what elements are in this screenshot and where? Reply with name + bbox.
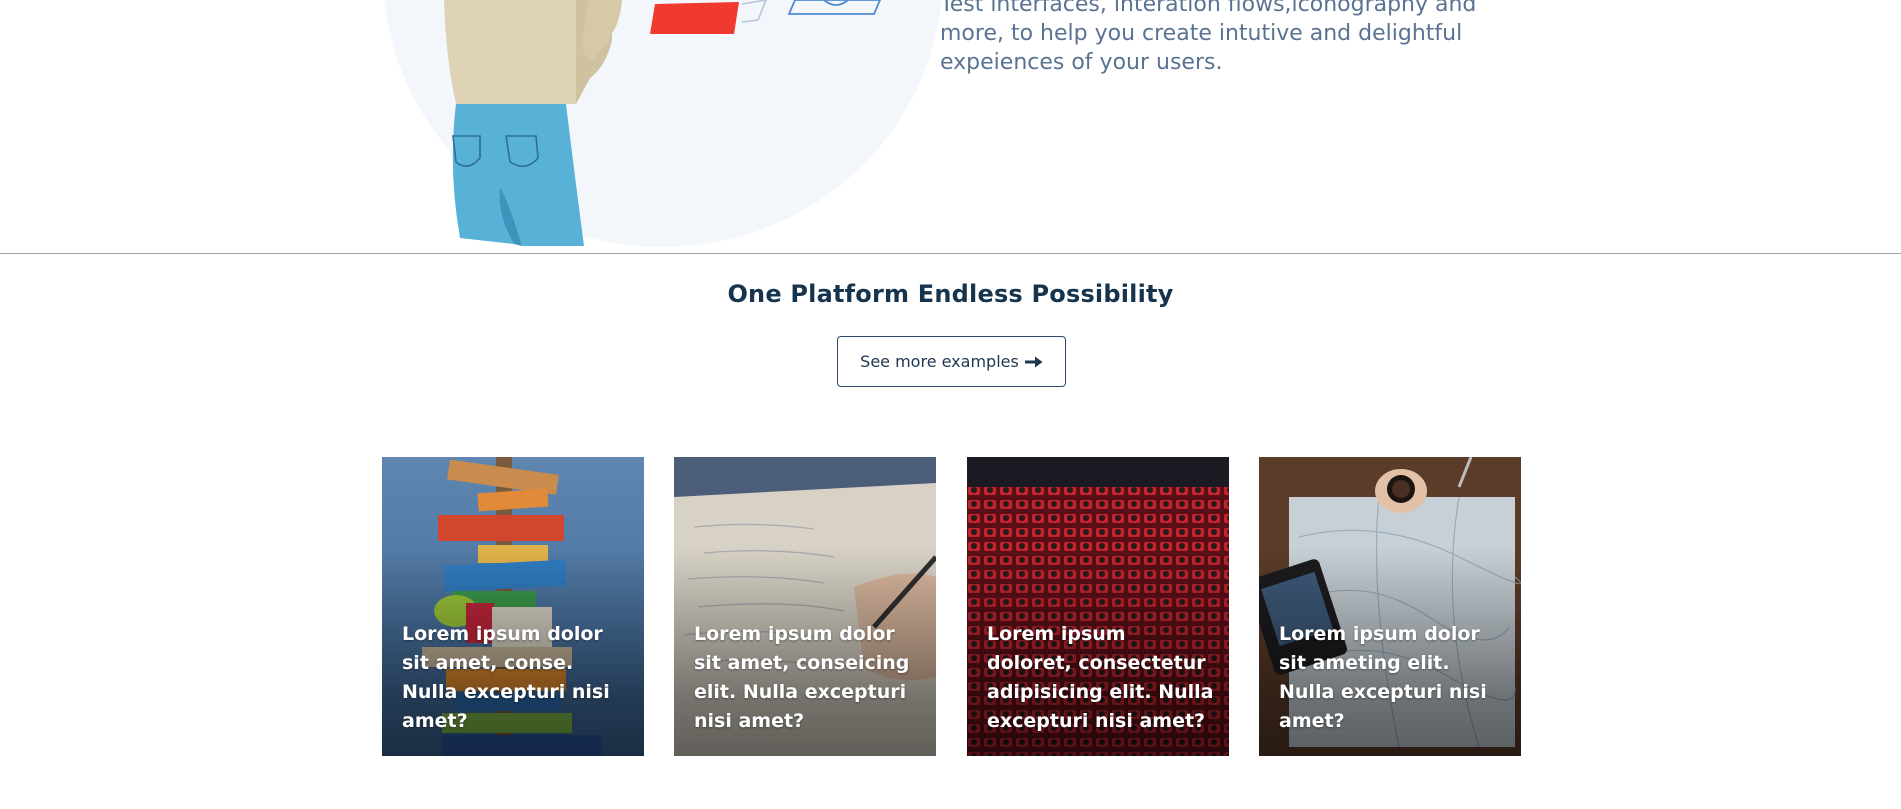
- hero-section: Test interfaces, interation flows,iconog…: [0, 0, 1901, 254]
- see-more-examples-button[interactable]: See more examples: [837, 336, 1066, 387]
- example-card-signpost[interactable]: Lorem ipsum dolor sit amet, conse. Nulla…: [382, 457, 644, 756]
- card-caption: Lorem ipsum dolor sit ameting elit. Null…: [1279, 623, 1487, 732]
- hero-description: Test interfaces, interation flows,iconog…: [940, 0, 1477, 75]
- card-caption: Lorem ipsum dolor sit amet, conse. Nulla…: [402, 623, 610, 732]
- example-card-map[interactable]: Lorem ipsum dolor sit ameting elit. Null…: [1259, 457, 1521, 756]
- example-card-writing[interactable]: Lorem ipsum dolor sit amet, conseicing e…: [674, 457, 936, 756]
- example-card-theater[interactable]: Lorem ipsum doloret, consectetur adipisi…: [967, 457, 1229, 756]
- card-caption: Lorem ipsum dolor sit amet, conseicing e…: [694, 623, 910, 732]
- arrow-right-icon: [1024, 356, 1043, 367]
- section-title: One Platform Endless Possibility: [727, 280, 1174, 308]
- see-more-examples-label: See more examples: [860, 352, 1019, 371]
- section-divider: [0, 253, 1901, 254]
- card-caption: Lorem ipsum doloret, consectetur adipisi…: [987, 623, 1214, 732]
